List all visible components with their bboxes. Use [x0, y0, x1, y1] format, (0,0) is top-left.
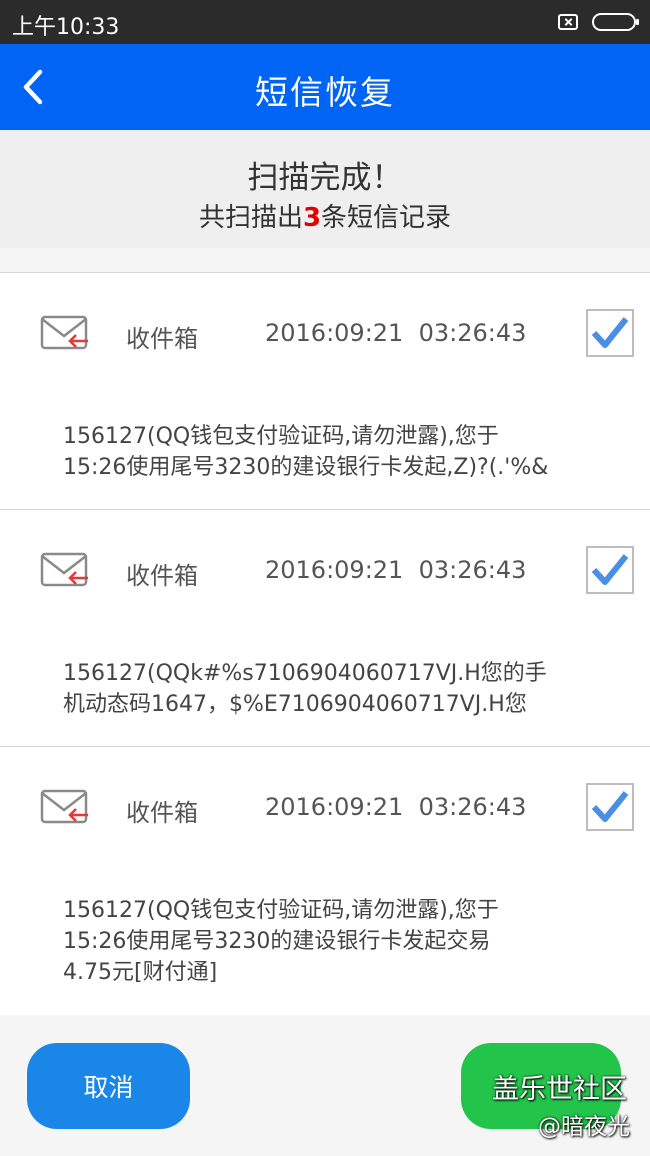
message-item[interactable]: 收件箱 2016:09:21 03:26:43 156127(QQk#%s710… — [0, 510, 650, 747]
message-list: 收件箱 2016:09:21 03:26:43 156127(QQ钱包支付验证码… — [0, 272, 650, 1015]
no-sim-icon — [558, 14, 578, 30]
message-folder: 收件箱 — [126, 325, 198, 353]
status-time: 上午10:33 — [12, 15, 120, 40]
message-body: 156127(QQ钱包支付验证码,请勿泄露),您于 15:26使用尾号3230的… — [63, 421, 623, 483]
message-body-line: 156127(QQ钱包支付验证码,请勿泄露),您于 — [63, 424, 499, 449]
message-item[interactable]: 收件箱 2016:09:21 03:26:43 156127(QQ钱包支付验证码… — [0, 747, 650, 1014]
incoming-mail-icon — [40, 552, 88, 587]
message-item[interactable]: 收件箱 2016:09:21 03:26:43 156127(QQ钱包支付验证码… — [0, 273, 650, 510]
incoming-mail-icon — [40, 789, 88, 824]
watermark-text: 盖乐世社区 — [492, 1074, 627, 1105]
message-body-line: 15:26使用尾号3230的建设银行卡发起,Z)?(.'%& — [63, 455, 549, 480]
cancel-button[interactable]: 取消 — [27, 1043, 190, 1129]
message-time: 2016:09:21 03:26:43 — [265, 793, 527, 821]
scan-summary-panel: 扫描完成！ 共扫描出3条短信记录 — [0, 130, 650, 248]
status-bar: 上午10:33 — [0, 0, 650, 44]
checkmark-icon — [591, 317, 629, 348]
scan-title: 扫描完成！ — [247, 160, 403, 196]
app-bar: 短信恢复 — [0, 44, 650, 130]
message-body: 156127(QQ钱包支付验证码,请勿泄露),您于 15:26使用尾号3230的… — [63, 895, 623, 988]
status-icons — [558, 12, 639, 32]
battery-icon — [592, 13, 639, 31]
scan-summary: 共扫描出3条短信记录 — [0, 197, 650, 234]
message-folder: 收件箱 — [126, 799, 198, 827]
scan-summary-prefix: 共扫描出 — [198, 203, 303, 233]
message-folder: 收件箱 — [126, 562, 198, 590]
message-body-line: 15:26使用尾号3230的建设银行卡发起交易 — [63, 929, 491, 954]
scan-count: 3 — [302, 203, 322, 233]
checkmark-icon — [591, 791, 629, 822]
message-checkbox[interactable] — [586, 309, 634, 357]
message-time: 2016:09:21 03:26:43 — [265, 319, 527, 347]
message-checkbox[interactable] — [586, 783, 634, 831]
message-checkbox[interactable] — [586, 546, 634, 594]
checkmark-icon — [591, 554, 629, 585]
watermark-author: @暗夜光 — [538, 1114, 630, 1140]
page-title: 短信恢复 — [255, 73, 395, 112]
scan-summary-suffix: 条短信记录 — [321, 203, 452, 233]
message-body-line: 机动态码1647，$%E7106904060717VJ.H您 — [63, 692, 527, 717]
message-body-line: 156127(QQk#%s7106904060717VJ.H您的手 — [63, 661, 547, 686]
incoming-mail-icon — [40, 315, 88, 350]
message-body-line: 4.75元[财付通] — [63, 960, 218, 985]
message-time: 2016:09:21 03:26:43 — [265, 556, 527, 584]
message-body-line: 156127(QQ钱包支付验证码,请勿泄露),您于 — [63, 898, 499, 923]
message-body: 156127(QQk#%s7106904060717VJ.H您的手 机动态码16… — [63, 658, 623, 720]
